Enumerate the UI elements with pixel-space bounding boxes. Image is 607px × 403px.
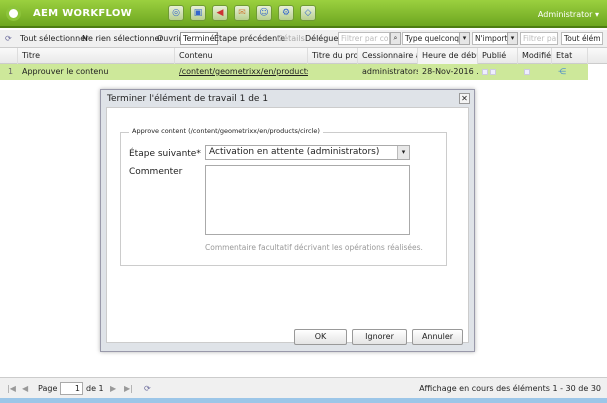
- row-start-time: 28-Nov-2016 ...: [422, 67, 478, 76]
- paging-status: Affichage en cours des éléments 1 - 30 d…: [419, 384, 601, 393]
- next-step-select[interactable]: Activation en attente (administrators) ▾: [205, 145, 410, 160]
- delegate-button[interactable]: Déléguer: [305, 34, 342, 43]
- inbox-icon[interactable]: ✉: [234, 5, 250, 21]
- comment-textarea[interactable]: [205, 165, 410, 235]
- tools-icon[interactable]: ⚙: [278, 5, 294, 21]
- cancel-button[interactable]: Annuler: [412, 329, 463, 345]
- search-icon[interactable]: ⌕: [390, 32, 401, 45]
- page-count: de 1: [86, 384, 104, 393]
- bottom-border: [0, 398, 607, 403]
- websites-icon[interactable]: ◎: [168, 5, 184, 21]
- select-all-button[interactable]: Tout sélectionner: [20, 34, 88, 43]
- tagging-icon[interactable]: ◇: [300, 5, 316, 21]
- column-header[interactable]: Titre du proc: [308, 48, 358, 64]
- modified-checkbox: [520, 64, 550, 80]
- select-none-button[interactable]: Ne rien sélectionner: [82, 34, 163, 43]
- fieldset-legend: Approve content (/content/geometrixx/en/…: [129, 127, 323, 135]
- comment-label: Commenter: [129, 167, 183, 177]
- row-number: 1: [8, 67, 14, 76]
- app-title: AEM WORKFLOW: [33, 8, 132, 19]
- refresh-icon[interactable]: ⟳: [144, 384, 151, 393]
- step-back-button[interactable]: Étape précédente: [214, 34, 285, 43]
- last-page-icon[interactable]: ▶|: [124, 384, 133, 393]
- row-process: [308, 64, 358, 80]
- chevron-down-icon[interactable]: ▾: [459, 32, 470, 45]
- filter-input[interactable]: Filtrer par: [520, 32, 558, 45]
- all-items-select[interactable]: Tout élém: [561, 32, 603, 45]
- approve-fieldset: Approve content (/content/geometrixx/en/…: [120, 127, 447, 266]
- column-header[interactable]: Publié: [478, 48, 518, 64]
- chevron-down-icon[interactable]: ▾: [507, 32, 518, 45]
- first-page-icon[interactable]: |◀: [7, 384, 16, 393]
- page-input[interactable]: 1: [60, 382, 83, 395]
- comment-hint: Commentaire facultatif décrivant les opé…: [205, 243, 423, 252]
- open-button[interactable]: Ouvrir: [157, 34, 182, 43]
- column-header[interactable]: Heure de débu...: [418, 48, 478, 64]
- complete-button[interactable]: Terminé: [180, 32, 218, 45]
- campaigns-icon[interactable]: ◀: [212, 5, 228, 21]
- page-label: Page: [38, 384, 58, 393]
- row-assignee: administrators: [362, 67, 418, 76]
- details-button[interactable]: Détails: [277, 34, 305, 43]
- ok-button[interactable]: OK: [294, 329, 347, 345]
- row-number-header: [0, 48, 18, 64]
- chevron-down-icon[interactable]: ▾: [397, 146, 409, 159]
- column-header[interactable]: Contenu: [175, 48, 308, 64]
- next-step-label: Étape suivante*: [129, 149, 201, 159]
- workflow-status-icon[interactable]: ⋲: [554, 64, 584, 80]
- complete-work-item-dialog: Terminer l'élément de travail 1 de 1 ✕ A…: [100, 89, 475, 352]
- column-header[interactable]: Etat: [552, 48, 588, 64]
- column-header[interactable]: Modifié: [518, 48, 552, 64]
- users-icon[interactable]: ☺: [256, 5, 272, 21]
- type-select[interactable]: Type quelconqu: [402, 32, 460, 45]
- prev-page-icon[interactable]: ◀: [22, 384, 28, 393]
- assets-icon[interactable]: ▣: [190, 5, 206, 21]
- column-header[interactable]: Cessionnaire a...: [358, 48, 418, 64]
- refresh-icon[interactable]: ⟳: [5, 34, 12, 43]
- content-link[interactable]: /content/geometrixx/en/products/circle: [175, 64, 308, 80]
- column-header[interactable]: Titre: [18, 48, 175, 64]
- aem-logo-icon[interactable]: [6, 6, 21, 21]
- grid-header: Titre Contenu Titre du proc Cessionnaire…: [0, 48, 607, 64]
- app-header: AEM WORKFLOW ◎ ▣ ◀ ✉ ☺ ⚙ ◇ Administrator…: [0, 0, 607, 28]
- next-step-value: Activation en attente (administrators): [209, 147, 380, 157]
- ignore-button[interactable]: Ignorer: [352, 329, 407, 345]
- user-menu[interactable]: Administrator ▾: [538, 10, 599, 19]
- table-row[interactable]: 1 Approuver le contenu /content/geometri…: [0, 64, 588, 80]
- any-select[interactable]: N'importe: [472, 32, 508, 45]
- pagination-bar: |◀ ◀ Page 1 de 1 ▶ ▶| ⟳ Affichage en cou…: [0, 377, 607, 398]
- row-title: Approuver le contenu: [22, 67, 109, 76]
- published-checkboxes: [478, 64, 518, 80]
- toolbar: ⟳ Tout sélectionner Ne rien sélectionner…: [0, 30, 607, 48]
- close-icon[interactable]: ✕: [459, 93, 470, 104]
- dialog-title: Terminer l'élément de travail 1 de 1: [107, 94, 269, 104]
- dialog-body: Approve content (/content/geometrixx/en/…: [106, 107, 469, 343]
- content-filter-input[interactable]: Filtrer par conte: [338, 32, 390, 45]
- next-page-icon[interactable]: ▶: [110, 384, 116, 393]
